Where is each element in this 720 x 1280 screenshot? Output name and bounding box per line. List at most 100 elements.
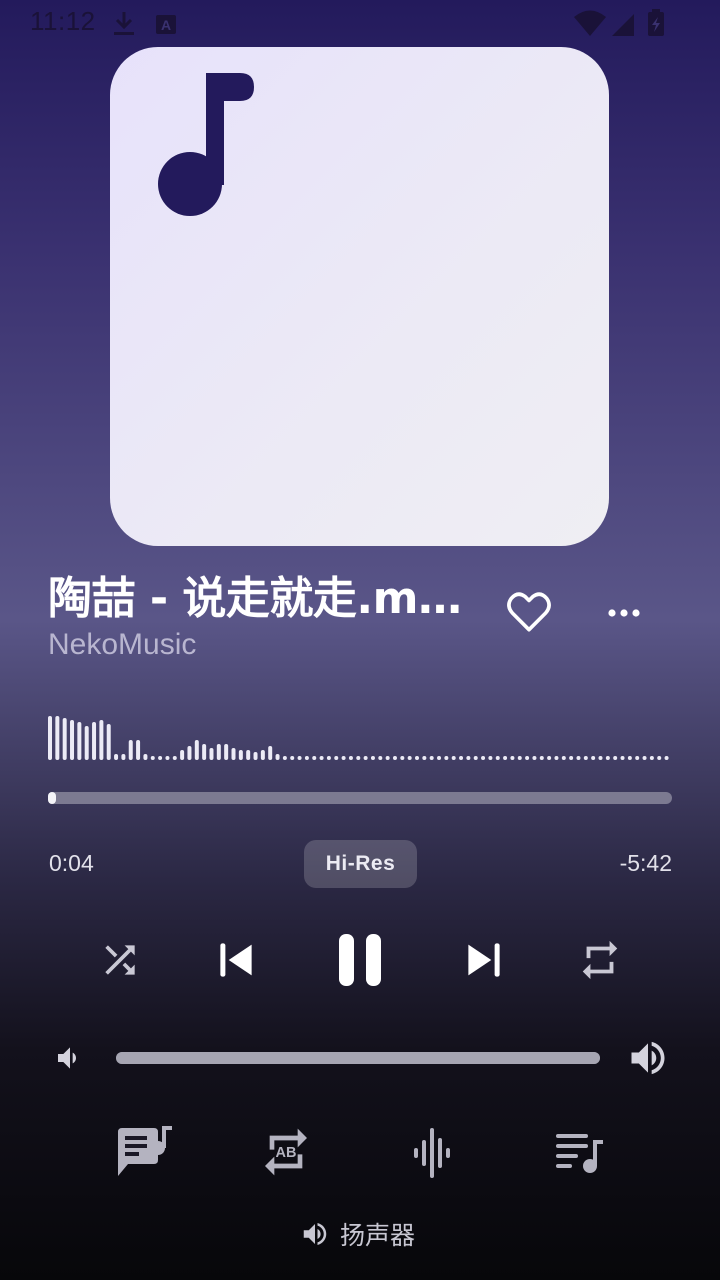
waveform-bar bbox=[547, 756, 552, 760]
waveform-bar bbox=[400, 756, 405, 760]
status-icons-left: A bbox=[114, 12, 176, 35]
waveform-bar bbox=[304, 756, 309, 760]
ab-repeat-icon: AB bbox=[265, 1128, 307, 1176]
waveform-bar bbox=[517, 756, 522, 760]
equalizer-icon bbox=[414, 1128, 450, 1178]
repeat-button[interactable] bbox=[570, 930, 630, 990]
waveform-bar bbox=[451, 756, 456, 760]
waveform-bar bbox=[121, 754, 126, 760]
waveform-bar bbox=[275, 754, 280, 760]
waveform-bar bbox=[495, 756, 500, 760]
waveform-bar bbox=[569, 756, 574, 760]
waveform-bar bbox=[539, 756, 544, 760]
svg-text:AB: AB bbox=[276, 1145, 297, 1161]
waveform-bar bbox=[613, 756, 618, 760]
output-label: 扬声器 bbox=[340, 1221, 416, 1250]
shuffle-icon bbox=[105, 945, 135, 975]
waveform-bar bbox=[642, 756, 647, 760]
waveform-bar bbox=[282, 756, 287, 760]
wifi-icon bbox=[574, 10, 606, 36]
waveform-bar bbox=[392, 756, 397, 760]
waveform-bar bbox=[253, 752, 258, 760]
hi-res-badge[interactable]: Hi-Res bbox=[304, 840, 417, 888]
waveform-bar bbox=[136, 740, 141, 760]
waveform-bar bbox=[48, 716, 52, 760]
waveform-bar bbox=[473, 756, 478, 760]
waveform-bar bbox=[576, 756, 581, 760]
output-device[interactable]: 扬声器 bbox=[300, 1214, 415, 1254]
waveform-bar bbox=[224, 744, 229, 760]
waveform-bar bbox=[165, 756, 170, 760]
track-title: 陶喆 - 说走就走.m… bbox=[48, 573, 462, 624]
status-icons-right bbox=[574, 9, 664, 36]
waveform-bar bbox=[326, 756, 331, 760]
equalizer-button[interactable] bbox=[402, 1122, 462, 1182]
speaker-icon bbox=[303, 1223, 327, 1245]
waveform-bar bbox=[231, 748, 236, 760]
waveform-bar bbox=[605, 756, 610, 760]
waveform-bar bbox=[150, 756, 155, 760]
shuffle-button[interactable] bbox=[90, 930, 150, 990]
ab-repeat-button[interactable]: AB bbox=[256, 1122, 316, 1182]
waveform-bar bbox=[503, 756, 508, 760]
waveform-bar bbox=[591, 756, 596, 760]
waveform-bar bbox=[216, 744, 221, 760]
more-options-icon[interactable] bbox=[604, 600, 644, 624]
waveform-bar bbox=[363, 756, 368, 760]
waveform-bar bbox=[510, 756, 515, 760]
waveform-bar bbox=[334, 756, 339, 760]
music-note-icon bbox=[158, 73, 254, 216]
waveform-bar bbox=[422, 756, 427, 760]
lyrics-button[interactable] bbox=[114, 1122, 174, 1182]
repeat-icon bbox=[582, 940, 618, 980]
pause-button[interactable] bbox=[326, 927, 394, 993]
waveform-bar bbox=[143, 754, 148, 760]
waveform-bar bbox=[481, 756, 486, 760]
waveform-bar bbox=[290, 756, 295, 760]
waveform-bar bbox=[92, 722, 97, 760]
a-badge-icon: A bbox=[156, 15, 176, 34]
waveform-bar bbox=[268, 746, 273, 760]
waveform-bar bbox=[62, 718, 67, 760]
waveform-bar bbox=[378, 756, 383, 760]
previous-button[interactable] bbox=[206, 930, 266, 990]
volume-high-icon[interactable] bbox=[626, 1036, 670, 1080]
waveform-bar bbox=[341, 756, 346, 760]
download-icon bbox=[114, 12, 134, 35]
waveform-bar bbox=[187, 746, 192, 760]
skip-next-icon bbox=[468, 943, 500, 977]
waveform-bar bbox=[319, 756, 324, 760]
waveform-bar bbox=[128, 740, 133, 760]
queue-button[interactable] bbox=[550, 1122, 610, 1182]
waveform-bar bbox=[444, 756, 449, 760]
waveform-bar bbox=[106, 724, 111, 760]
waveform-bar bbox=[525, 756, 530, 760]
waveform-bar bbox=[561, 756, 566, 760]
pause-icon bbox=[339, 934, 381, 986]
waveform-bar bbox=[532, 756, 537, 760]
volume-fill bbox=[116, 1052, 600, 1064]
progress-bar[interactable] bbox=[48, 792, 672, 804]
waveform-bar bbox=[407, 756, 412, 760]
waveform-bar bbox=[99, 720, 104, 760]
track-artist[interactable]: NekoMusic bbox=[48, 628, 196, 662]
lyrics-icon bbox=[118, 1126, 172, 1176]
waveform-bar bbox=[598, 756, 603, 760]
svg-text:A: A bbox=[161, 17, 171, 33]
volume-low-icon[interactable] bbox=[54, 1042, 86, 1074]
waveform-bar bbox=[246, 750, 251, 760]
waveform-bar bbox=[238, 750, 243, 760]
favorite-heart-icon[interactable] bbox=[504, 588, 554, 638]
waveform-bar bbox=[459, 756, 464, 760]
progress-fill bbox=[48, 792, 56, 804]
waveform-bar bbox=[356, 756, 361, 760]
waveform-bar bbox=[348, 756, 353, 760]
waveform-bar bbox=[429, 756, 434, 760]
waveform-bar bbox=[370, 756, 375, 760]
waveform-bar bbox=[55, 716, 60, 760]
waveform-bar bbox=[194, 740, 199, 760]
waveform[interactable] bbox=[48, 710, 672, 762]
volume-slider[interactable] bbox=[116, 1052, 600, 1064]
waveform-bar bbox=[554, 756, 559, 760]
next-button[interactable] bbox=[454, 930, 514, 990]
